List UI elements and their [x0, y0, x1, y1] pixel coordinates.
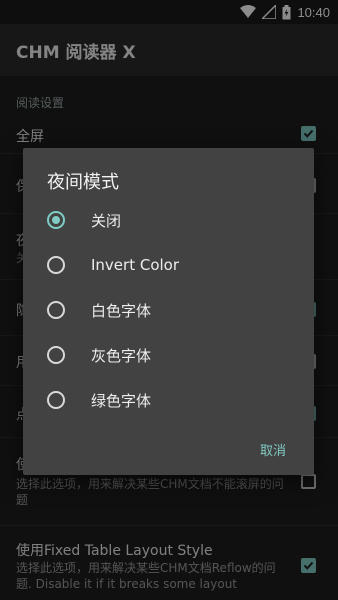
- option-white-font[interactable]: 白色字体: [23, 288, 314, 332]
- option-white-font-label: 白色字体: [91, 301, 152, 320]
- option-gray-font-label: 灰色字体: [91, 346, 152, 365]
- radio-white-font[interactable]: [47, 301, 65, 319]
- dialog-title: 夜间模式: [47, 172, 119, 193]
- radio-gray-font[interactable]: [47, 346, 65, 364]
- option-green-font[interactable]: 绿色字体: [23, 378, 314, 422]
- radio-green-font[interactable]: [47, 391, 65, 409]
- option-invert-color[interactable]: Invert Color: [23, 243, 314, 287]
- option-green-font-label: 绿色字体: [91, 391, 152, 410]
- option-invert-color-label: Invert Color: [91, 256, 180, 274]
- radio-invert-color[interactable]: [47, 256, 65, 274]
- option-off-label: 关闭: [91, 211, 122, 230]
- night-mode-dialog: 夜间模式 关闭 Invert Color 白色字体 灰色字体 绿色字体 取消: [23, 148, 314, 475]
- option-off[interactable]: 关闭: [23, 198, 314, 242]
- cancel-button[interactable]: 取消: [260, 440, 286, 459]
- radio-off[interactable]: [47, 211, 65, 229]
- option-gray-font[interactable]: 灰色字体: [23, 333, 314, 377]
